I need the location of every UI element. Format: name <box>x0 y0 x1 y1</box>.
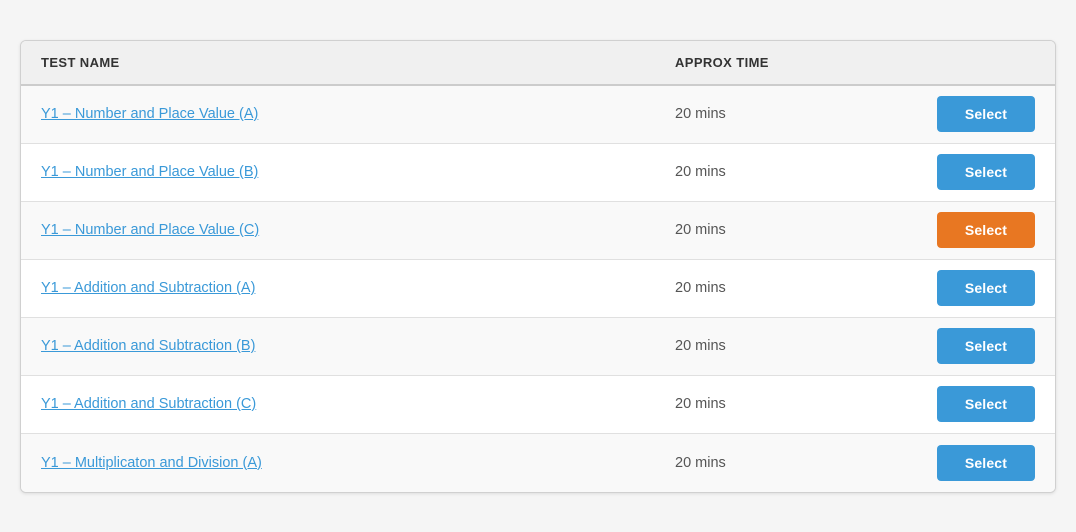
test-name-cell: Y1 – Addition and Subtraction (A) <box>41 267 675 309</box>
action-cell: Select <box>875 270 1035 306</box>
table-row: Y1 – Addition and Subtraction (A) 20 mins… <box>21 260 1055 318</box>
table-row: Y1 – Number and Place Value (A) 20 mins Se… <box>21 86 1055 144</box>
test-name-link[interactable]: Y1 – Number and Place Value (A) <box>41 106 258 122</box>
header-test-name: TEST NAME <box>41 55 675 70</box>
test-name-cell: Y1 – Number and Place Value (A) <box>41 93 675 135</box>
table-row: Y1 – Multiplicaton and Division (A) 20 mi… <box>21 434 1055 492</box>
table-row: Y1 – Number and Place Value (C) 20 mins Se… <box>21 202 1055 260</box>
header-approx-time: APPROX TIME <box>675 55 875 70</box>
action-cell: Select <box>875 96 1035 132</box>
select-button[interactable]: Select <box>937 154 1035 190</box>
header-action <box>875 55 1035 70</box>
select-button[interactable]: Select <box>937 386 1035 422</box>
test-name-cell: Y1 – Addition and Subtraction (B) <box>41 325 675 367</box>
table-body: Y1 – Number and Place Value (A) 20 mins Se… <box>21 86 1055 492</box>
approx-time-cell: 20 mins <box>675 164 875 180</box>
test-name-link[interactable]: Y1 – Addition and Subtraction (A) <box>41 280 255 296</box>
test-name-cell: Y1 – Number and Place Value (C) <box>41 209 675 251</box>
select-button[interactable]: Select <box>937 270 1035 306</box>
table-row: Y1 – Addition and Subtraction (B) 20 mins… <box>21 318 1055 376</box>
approx-time-cell: 20 mins <box>675 280 875 296</box>
select-button[interactable]: Select <box>937 96 1035 132</box>
approx-time-cell: 20 mins <box>675 106 875 122</box>
test-name-link[interactable]: Y1 – Number and Place Value (B) <box>41 164 258 180</box>
table-row: Y1 – Number and Place Value (B) 20 mins Se… <box>21 144 1055 202</box>
action-cell: Select <box>875 386 1035 422</box>
action-cell: Select <box>875 154 1035 190</box>
select-button[interactable]: Select <box>937 212 1035 248</box>
approx-time-cell: 20 mins <box>675 455 875 471</box>
action-cell: Select <box>875 212 1035 248</box>
test-name-cell: Y1 – Addition and Subtraction (C) <box>41 383 675 425</box>
approx-time-cell: 20 mins <box>675 222 875 238</box>
approx-time-cell: 20 mins <box>675 338 875 354</box>
test-name-link[interactable]: Y1 – Addition and Subtraction (B) <box>41 338 255 354</box>
approx-time-cell: 20 mins <box>675 396 875 412</box>
test-name-link[interactable]: Y1 – Addition and Subtraction (C) <box>41 396 256 412</box>
table-row: Y1 – Addition and Subtraction (C) 20 mins… <box>21 376 1055 434</box>
select-button[interactable]: Select <box>937 328 1035 364</box>
test-name-link[interactable]: Y1 – Number and Place Value (C) <box>41 222 259 238</box>
test-selection-table: TEST NAME APPROX TIME Y1 – Number and Pl… <box>20 40 1056 493</box>
test-name-cell: Y1 – Multiplicaton and Division (A) <box>41 442 675 484</box>
table-header: TEST NAME APPROX TIME <box>21 41 1055 86</box>
test-name-link[interactable]: Y1 – Multiplicaton and Division (A) <box>41 455 262 471</box>
action-cell: Select <box>875 445 1035 481</box>
test-name-cell: Y1 – Number and Place Value (B) <box>41 151 675 193</box>
action-cell: Select <box>875 328 1035 364</box>
select-button[interactable]: Select <box>937 445 1035 481</box>
